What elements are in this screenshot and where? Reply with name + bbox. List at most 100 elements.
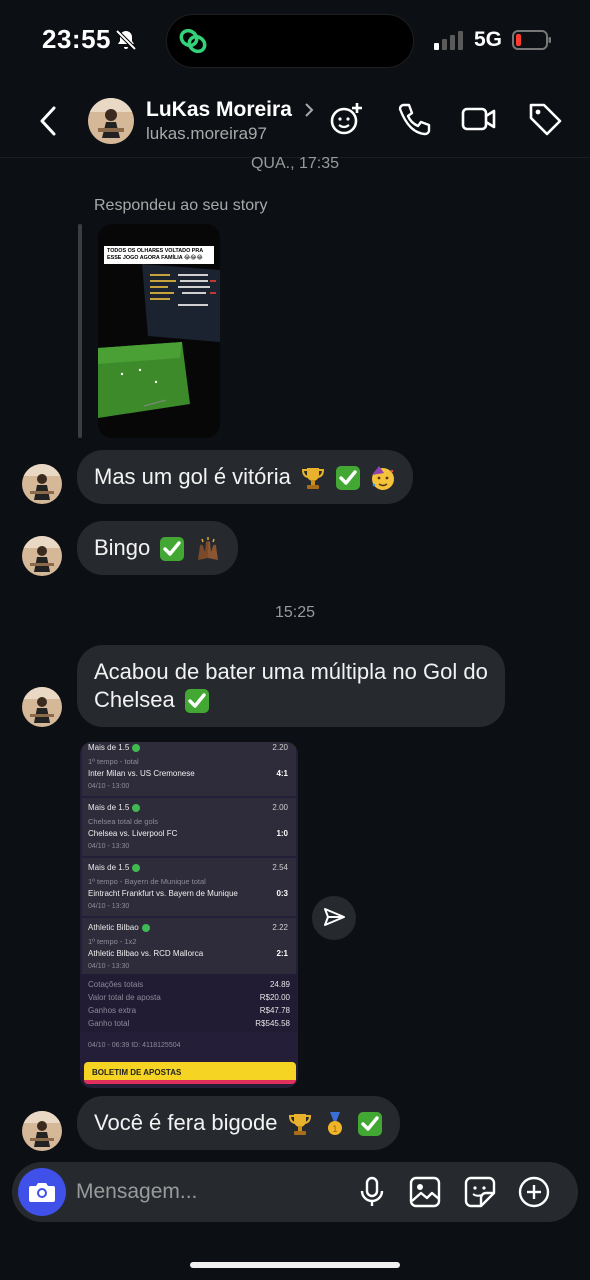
story-thumbnail[interactable]: TODOS OS OLHARES VOLTADO PRA ESSE JOGO A… (98, 224, 220, 438)
bet-slip-button: BOLETIM DE APOSTAS (84, 1062, 296, 1084)
trophy-icon (301, 468, 324, 490)
tag-icon[interactable] (526, 100, 564, 138)
message-composer (12, 1162, 578, 1222)
party-face-icon (372, 466, 395, 491)
summary-label: Valor total de aposta (88, 993, 161, 1002)
bet-leg: Athletic Bilbao 2.22 1º tempo - 1x2 Athl… (82, 918, 296, 976)
summary-value: R$47.78 (259, 1006, 290, 1015)
summary-label: Ganhos extra (88, 1006, 137, 1015)
add-friend-icon[interactable] (327, 100, 365, 138)
svg-text:1: 1 (332, 1125, 338, 1135)
leg-market: Chelsea total de gols (88, 817, 159, 826)
message-bubble[interactable]: Acabou de bater uma múltipla no Gol do C… (77, 645, 505, 728)
check-circle-icon (132, 743, 141, 752)
message-text-line: Chelsea (94, 686, 175, 712)
status-bar: 23:55 5G (0, 0, 590, 82)
sticker-icon[interactable] (463, 1175, 497, 1209)
send-icon (324, 908, 345, 926)
chat-header: LuKas Moreira lukas.moreira97 (0, 82, 590, 158)
bet-leg: Mais de 1.5 2.00 Chelsea total de gols C… (82, 798, 296, 856)
bet-id: 04/10 - 06:39 ID: 4118125504 (88, 1042, 181, 1049)
leg-match: Inter Milan vs. US Cremonese (88, 769, 195, 778)
battery-icon (512, 30, 551, 50)
raised-hands-icon (197, 537, 218, 561)
sender-avatar[interactable] (22, 687, 62, 727)
message-text: Bingo (94, 535, 151, 560)
timestamp-divider: 15:25 (274, 604, 316, 621)
leg-odd: 2.54 (272, 863, 288, 872)
leg-time: 04/10 - 13:00 (88, 783, 130, 790)
contact-name[interactable]: LuKas Moreira (146, 98, 292, 122)
timestamp-divider: QUA., 17:35 (250, 155, 340, 172)
contact-avatar[interactable] (88, 98, 134, 144)
add-circle-icon[interactable] (517, 1175, 551, 1209)
gallery-icon[interactable] (408, 1175, 442, 1209)
camera-icon (29, 1183, 55, 1202)
reply-quote-bar (78, 224, 82, 438)
message-bubble[interactable]: Bingo (77, 521, 238, 576)
network-type: 5G (474, 28, 503, 51)
leg-time: 04/10 - 13:30 (88, 963, 130, 970)
camera-button[interactable] (18, 1168, 66, 1216)
message-bubble[interactable]: Mas um gol é vitória (77, 450, 414, 505)
leg-odd: 2.00 (272, 803, 288, 812)
check-circle-icon (141, 923, 150, 932)
story-caption: TODOS OS OLHARES VOLTADO PRA ESSE JOGO A… (104, 246, 214, 264)
check-circle-icon (132, 863, 141, 872)
bell-slash-icon (115, 29, 137, 51)
phone-icon[interactable] (395, 100, 433, 138)
medal-icon: 1 (327, 1112, 342, 1136)
message-bubble[interactable]: Você é fera bigode 1 (77, 1096, 400, 1151)
leg-score: 4:1 (276, 769, 288, 778)
leg-market: 1º tempo - 1x2 (88, 937, 137, 946)
leg-name: Mais de 1.5 (88, 803, 130, 812)
leg-odd: 2.22 (272, 923, 288, 932)
back-arrow-icon[interactable] (36, 104, 60, 138)
leg-market: 1º tempo - total (88, 757, 139, 766)
check-mark-icon (357, 1112, 382, 1137)
bet-leg: Mais de 1.5 2.20 1º tempo - total Inter … (82, 742, 296, 796)
leg-score: 0:3 (276, 889, 288, 898)
message-text: Você é fera bigode (94, 1110, 278, 1135)
leg-score: 2:1 (276, 949, 288, 958)
leg-match: Chelsea vs. Liverpool FC (88, 829, 178, 838)
signal-icon (434, 31, 463, 50)
leg-name: Athletic Bilbao (88, 923, 139, 932)
message-text-line: Acabou de bater uma múltipla no Gol do (94, 659, 488, 684)
bet-leg: Mais de 1.5 2.54 1º tempo - Bayern de Mu… (82, 858, 296, 916)
bet-summary: Cotações totais 24.89 Valor total de apos… (80, 974, 298, 1032)
link-icon (179, 28, 207, 54)
summary-value: R$545.58 (255, 1019, 290, 1028)
leg-market: 1º tempo - Bayern de Munique total (88, 877, 206, 886)
chevron-right-icon[interactable] (303, 101, 315, 119)
leg-score: 1:0 (276, 829, 288, 838)
contact-username: lukas.moreira97 (146, 124, 267, 143)
check-mark-icon (336, 466, 361, 491)
check-circle-icon (132, 803, 141, 812)
message-text: Mas um gol é vitória (94, 464, 291, 489)
share-button[interactable] (312, 896, 356, 940)
leg-time: 04/10 - 13:30 (88, 903, 130, 910)
microphone-icon[interactable] (355, 1175, 389, 1209)
summary-value: R$20.00 (259, 993, 290, 1002)
status-time: 23:55 (42, 24, 111, 54)
leg-match: Eintracht Frankfurt vs. Bayern de Muniqu… (88, 889, 238, 898)
story-reply-label: Respondeu ao seu story (94, 197, 268, 214)
sender-avatar[interactable] (22, 464, 62, 504)
leg-match: Athletic Bilbao vs. RCD Mallorca (88, 949, 204, 958)
sender-avatar[interactable] (22, 1111, 62, 1151)
leg-name: Mais de 1.5 (88, 863, 130, 872)
check-mark-icon (184, 689, 209, 714)
sender-avatar[interactable] (22, 536, 62, 576)
trophy-icon (288, 1114, 311, 1136)
message-input[interactable] (76, 1174, 276, 1210)
bet-slip-image[interactable]: Mais de 1.5 2.20 1º tempo - total Inter … (80, 742, 298, 1088)
home-indicator[interactable] (190, 1262, 400, 1268)
summary-label: Ganho total (88, 1019, 130, 1028)
leg-odd: 2.20 (272, 743, 288, 752)
leg-time: 04/10 - 13:30 (88, 843, 130, 850)
check-mark-icon (160, 537, 185, 562)
summary-value: 24.89 (269, 980, 290, 989)
leg-name: Mais de 1.5 (88, 743, 130, 752)
video-call-icon[interactable] (460, 100, 498, 138)
